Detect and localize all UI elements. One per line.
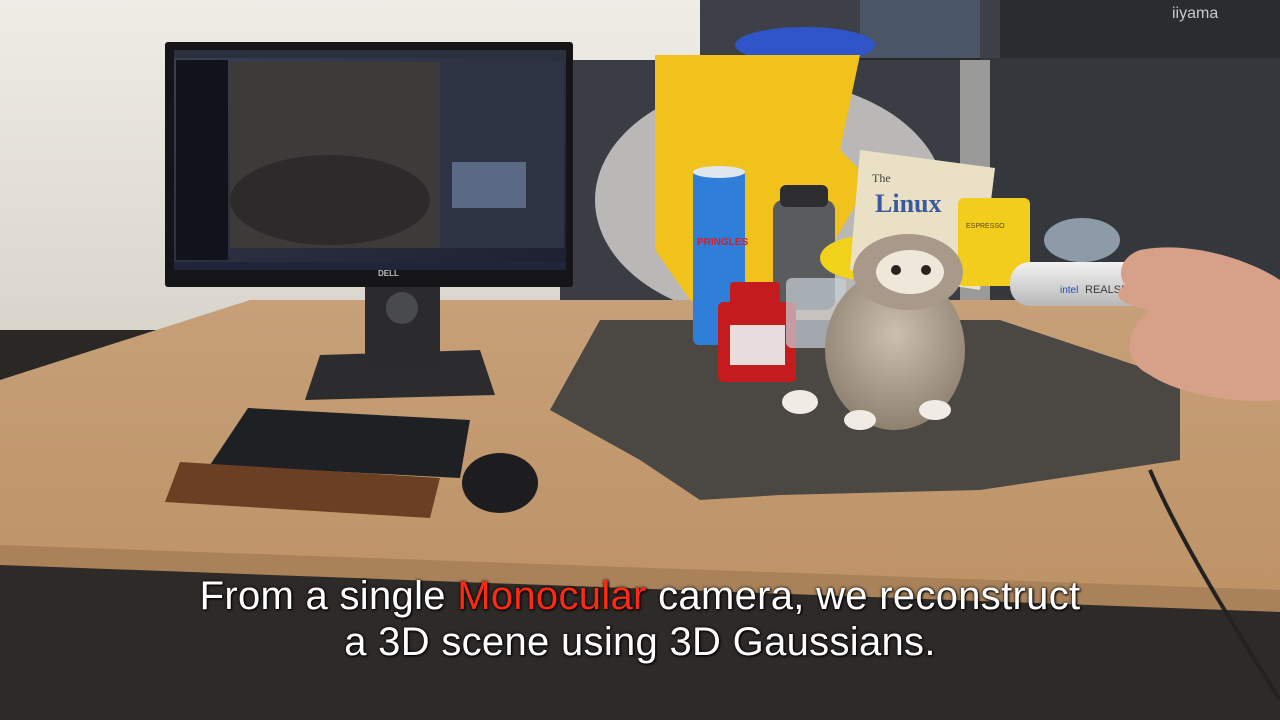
monitor-brand: DELL [378, 269, 399, 278]
can-brand: PRINGLES [697, 237, 748, 248]
svg-text:intel: intel [1060, 285, 1078, 296]
caption-line-2: a 3D scene using 3D Gaussians. [344, 620, 936, 664]
mouse [462, 453, 538, 513]
caption-highlight: Monocular [457, 574, 647, 618]
caption-text-after: camera, we reconstruct [646, 574, 1081, 618]
caption-text-before: From a single [199, 574, 458, 618]
svg-text:ESPRESSO: ESPRESSO [966, 223, 1005, 230]
book-title: Linux [875, 189, 942, 218]
caption-line-1: From a single Monocular camera, we recon… [0, 574, 1280, 618]
corner-brand: iiyama [1172, 5, 1218, 22]
svg-text:The: The [872, 171, 891, 185]
metal-cup [1044, 218, 1120, 262]
